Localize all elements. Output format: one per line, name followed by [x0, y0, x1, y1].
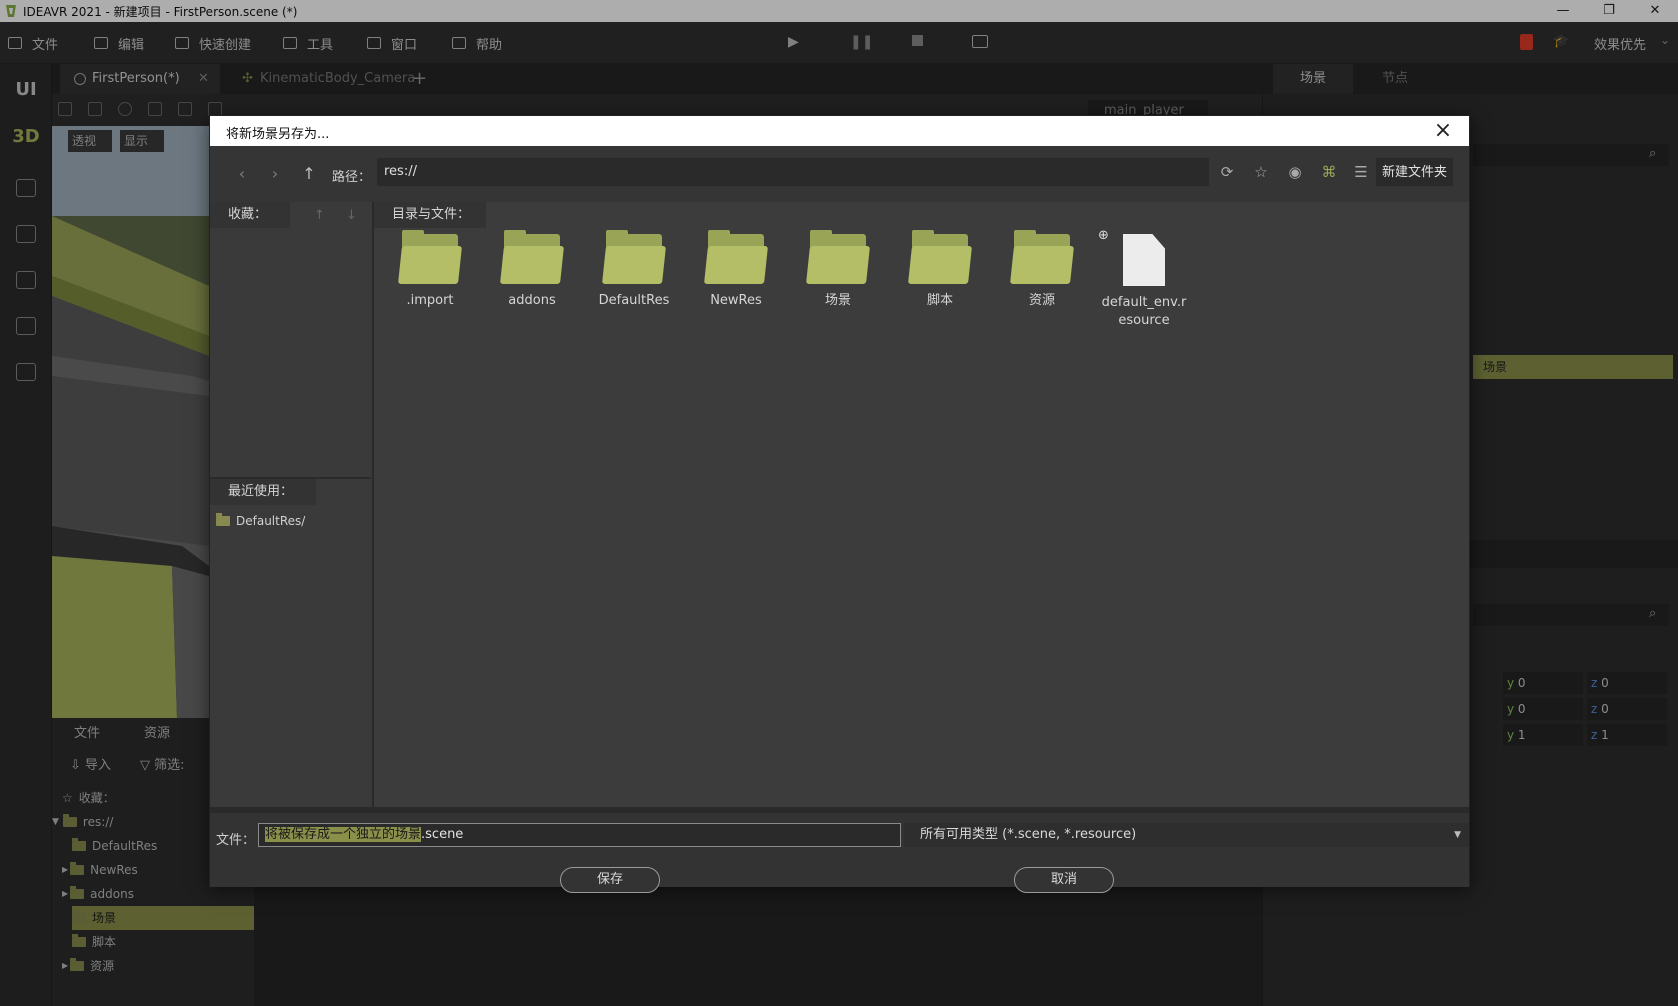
folder-item[interactable]: DefaultRes — [588, 230, 680, 310]
directory-heading: 目录与文件： — [374, 202, 486, 228]
forward-arrow-icon[interactable]: › — [265, 164, 285, 183]
folder-item[interactable]: 脚本 — [894, 230, 986, 310]
cancel-button[interactable]: 取消 — [1014, 867, 1114, 893]
dialog-header: 将新场景另存为... × — [210, 116, 1469, 146]
filename-selected-text: 将被保存成一个独立的场景 — [265, 827, 422, 842]
favorites-heading: 收藏： — [210, 202, 290, 228]
filename-input[interactable]: 将被保存成一个独立的场景.scene — [258, 823, 901, 847]
move-up-icon[interactable]: ↑ — [314, 208, 325, 223]
star-icon[interactable]: ☆ — [1252, 163, 1270, 181]
item-name: default_env.resource — [1101, 295, 1187, 328]
item-name: DefaultRes — [598, 293, 670, 308]
favorites-pane: 收藏： ↑ ↓ — [210, 202, 371, 477]
folder-icon — [1010, 230, 1074, 284]
folder-icon — [704, 230, 768, 284]
filename-bar: 文件： 将被保存成一个独立的场景.scene 所有可用类型 (*.scene, … — [210, 807, 1469, 893]
document-icon — [1123, 234, 1165, 286]
item-name: addons — [508, 293, 556, 308]
new-folder-button[interactable]: 新建文件夹 — [1376, 158, 1453, 186]
folder-icon — [806, 230, 870, 284]
file-label: 文件： — [216, 833, 256, 848]
item-name: 资源 — [1028, 293, 1055, 308]
file-type-select[interactable]: 所有可用类型 (*.scene, *.resource) ▼ — [904, 823, 1469, 847]
filename-extension: .scene — [421, 827, 464, 842]
save-scene-dialog: 将新场景另存为... × ‹ › ↑ 路径： res:// ⟳ ☆ ◉ ⌘ ☰ … — [209, 115, 1470, 893]
folder-icon — [602, 230, 666, 284]
directory-pane: 目录与文件： .import addons DefaultRes NewRes 场景 脚本… — [372, 202, 1469, 807]
item-name: NewRes — [710, 293, 762, 308]
dropdown-arrow-icon: ▼ — [1454, 830, 1461, 840]
list-view-icon[interactable]: ☰ — [1352, 163, 1370, 181]
folder-item[interactable]: 资源 — [996, 230, 1088, 310]
item-name: 脚本 — [926, 293, 953, 308]
item-name: 场景 — [824, 293, 851, 308]
dialog-title: 将新场景另存为... — [226, 127, 330, 142]
recent-item[interactable]: DefaultRes/ — [216, 509, 305, 533]
save-button[interactable]: 保存 — [560, 867, 660, 893]
back-arrow-icon[interactable]: ‹ — [232, 164, 252, 183]
recent-item-label: DefaultRes/ — [236, 514, 306, 528]
recent-pane: 最近使用： DefaultRes/ — [210, 477, 371, 807]
move-down-icon[interactable]: ↓ — [346, 208, 357, 223]
close-icon[interactable]: × — [1431, 119, 1455, 143]
folder-item[interactable]: addons — [486, 230, 578, 310]
up-arrow-icon[interactable]: ↑ — [299, 164, 319, 183]
folder-item[interactable]: NewRes — [690, 230, 782, 310]
path-bar: ‹ › ↑ 路径： res:// ⟳ ☆ ◉ ⌘ ☰ 新建文件夹 — [210, 146, 1469, 202]
folder-item[interactable]: 场景 — [792, 230, 884, 310]
recent-heading: 最近使用： — [210, 479, 316, 505]
grid-view-icon[interactable]: ⌘ — [1320, 163, 1338, 181]
path-input[interactable]: res:// — [377, 158, 1209, 186]
item-name: .import — [406, 293, 454, 308]
folder-icon — [216, 513, 230, 526]
folder-icon — [908, 230, 972, 284]
eye-icon[interactable]: ◉ — [1286, 163, 1304, 181]
file-item[interactable]: ⊕ default_env.resource — [1098, 228, 1190, 330]
folder-icon — [398, 230, 462, 284]
refresh-icon[interactable]: ⟳ — [1218, 163, 1236, 181]
folder-item[interactable]: .import — [384, 230, 476, 310]
folder-icon — [500, 230, 564, 284]
path-label: 路径： — [332, 170, 372, 185]
globe-icon: ⊕ — [1098, 228, 1109, 243]
file-type-value: 所有可用类型 (*.scene, *.resource) — [920, 827, 1137, 842]
